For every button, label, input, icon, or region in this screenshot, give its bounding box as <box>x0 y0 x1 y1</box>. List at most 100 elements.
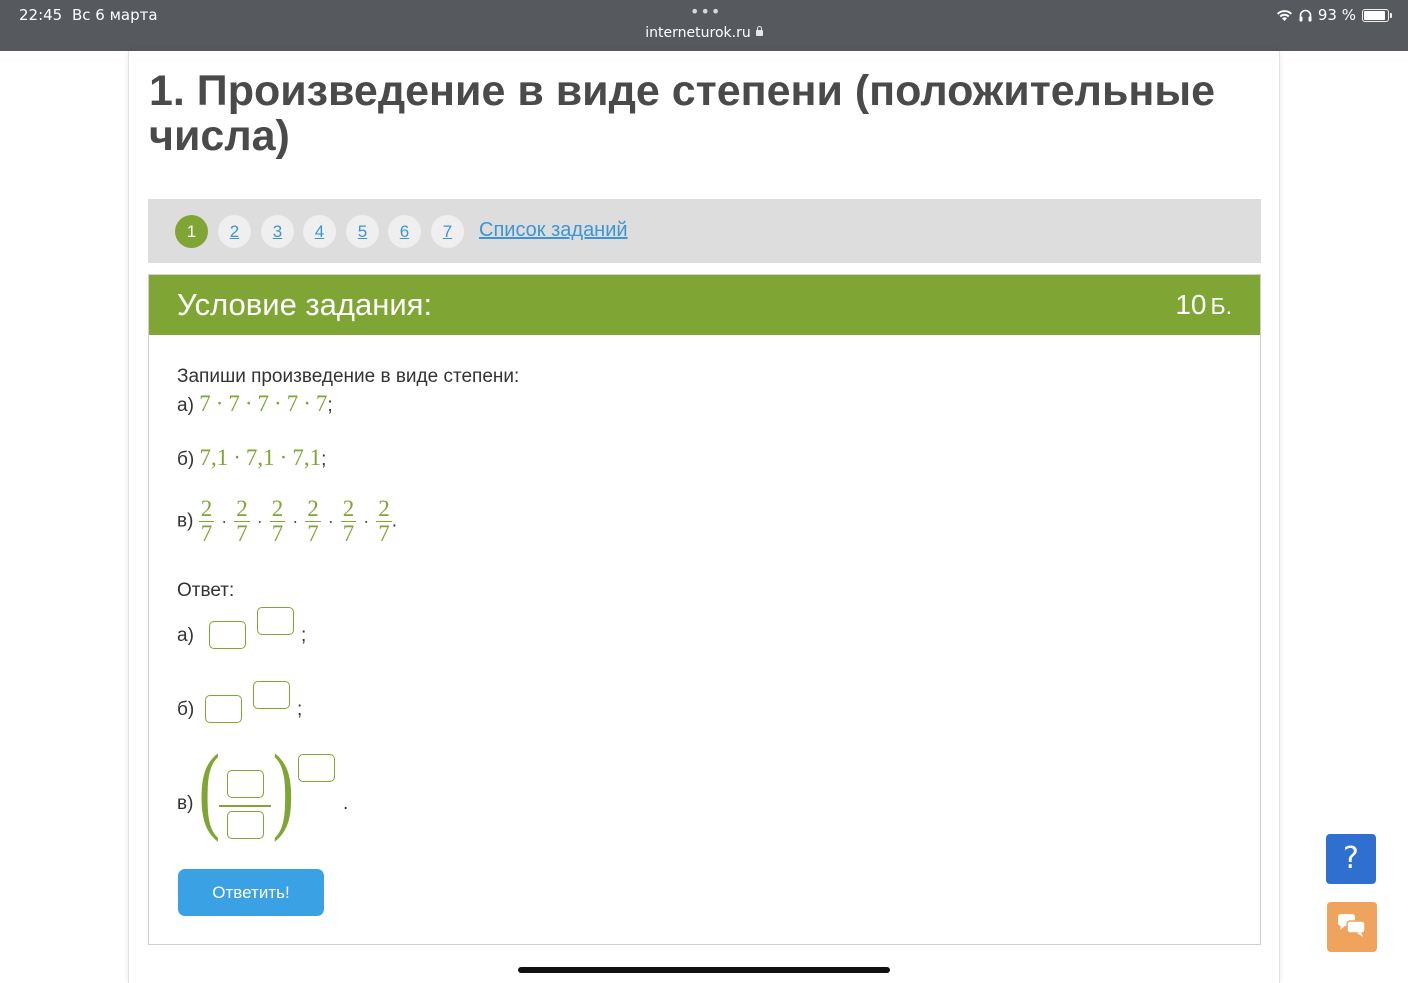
fraction: 27 <box>269 496 286 546</box>
answer-a-base-input[interactable] <box>209 621 246 649</box>
answer-a-exponent-input[interactable] <box>257 607 294 635</box>
chat-icon <box>1338 914 1366 937</box>
status-time: 22:45 <box>19 6 63 24</box>
expression-b-end: ; <box>321 449 327 470</box>
task-nav-2[interactable]: 2 <box>218 215 251 248</box>
fraction-numerator: 2 <box>305 496 321 522</box>
expression-b-math: 7,1 · 7,1 · 7,1 <box>200 445 322 470</box>
answer-b-label: б) <box>177 699 195 720</box>
battery-percent: 93 % <box>1317 6 1356 24</box>
expression-a-end: ; <box>327 395 333 416</box>
fraction-denominator: 7 <box>200 521 213 546</box>
answer-b-base-input[interactable] <box>205 695 242 723</box>
page-content: 1. Произведение в виде степени (положите… <box>128 51 1280 983</box>
task-nav-4[interactable]: 4 <box>303 215 336 248</box>
factor: 7 <box>286 391 299 416</box>
fraction-numerator: 2 <box>269 496 286 522</box>
task-header: Условие задания: 10 Б. <box>149 275 1260 335</box>
fraction: 27 <box>234 497 250 546</box>
right-parenthesis: ) <box>272 735 294 843</box>
answer-c-denominator-input[interactable] <box>227 811 264 839</box>
address-bar[interactable]: interneturok.ru <box>0 25 1408 41</box>
wifi-icon <box>1276 9 1292 21</box>
dot: · <box>215 391 224 416</box>
answer-a-end: ; <box>301 625 307 646</box>
task-box: Условие задания: 10 Б. Запиши произведени… <box>148 274 1261 945</box>
fraction-numerator: 2 <box>234 496 250 522</box>
fraction-denominator: 7 <box>271 521 284 546</box>
dot: · <box>256 511 263 531</box>
status-indicators: 93 % <box>1276 6 1392 24</box>
dot: · <box>279 445 288 470</box>
help-icon: ? <box>1343 841 1359 876</box>
dot: · <box>221 511 228 531</box>
fraction-denominator: 7 <box>236 521 248 546</box>
answer-label: Ответ: <box>177 580 235 601</box>
expression-a-label: а) <box>177 395 194 416</box>
factor: 7 <box>199 391 211 416</box>
fraction: 27 <box>198 496 215 546</box>
left-parenthesis: ( <box>198 735 220 843</box>
fraction-denominator: 7 <box>307 521 319 546</box>
task-navigation: 1 2 3 4 5 6 7 Список заданий <box>148 199 1261 263</box>
dot: · <box>233 445 241 470</box>
dot: · <box>292 511 299 531</box>
fraction-numerator: 2 <box>376 496 392 522</box>
answer-b-exponent-input[interactable] <box>253 681 290 709</box>
factor: 7 <box>315 391 328 416</box>
answer-c-exponent-input[interactable] <box>298 754 335 782</box>
expression-a: а) 7 · 7 · 7 · 7 · 7; <box>177 391 333 417</box>
task-nav-6[interactable]: 6 <box>388 215 421 248</box>
task-points: 10 Б. <box>1175 289 1232 321</box>
multitask-dots-icon[interactable]: ••• <box>690 2 721 21</box>
factor: 7 <box>257 391 270 416</box>
help-button[interactable]: ? <box>1326 834 1376 884</box>
page-title: 1. Произведение в виде степени (положите… <box>149 67 1216 160</box>
expression-c-end: . <box>391 510 397 532</box>
answer-c-label: в) <box>177 793 194 814</box>
fraction-denominator: 7 <box>378 521 390 546</box>
task-nav-5[interactable]: 5 <box>346 215 379 248</box>
answer-c-fraction-bar <box>219 805 271 807</box>
dot: · <box>274 391 282 416</box>
lock-icon <box>755 26 763 36</box>
expression-c-label: в) <box>177 510 194 532</box>
answer-c-end: . <box>343 793 349 814</box>
points-value: 10 <box>1175 289 1207 320</box>
battery-icon <box>1362 8 1392 22</box>
points-unit: Б. <box>1210 293 1232 319</box>
fraction: 27 <box>305 497 321 546</box>
expression-a-math: 7 · 7 · 7 · 7 · 7 <box>199 391 327 416</box>
task-prompt: Запиши произведение в виде степени: <box>177 366 520 387</box>
factor: 7 <box>228 391 240 416</box>
fraction-denominator: 7 <box>342 521 355 546</box>
factor: 7,1 <box>292 445 322 470</box>
expression-b: б) 7,1 · 7,1 · 7,1; <box>177 445 326 471</box>
dot: · <box>363 511 370 531</box>
fraction-numerator: 2 <box>198 496 215 522</box>
dot: · <box>303 391 311 416</box>
headphones-icon <box>1299 9 1312 21</box>
fraction: 27 <box>340 497 357 546</box>
expression-b-label: б) <box>177 449 195 470</box>
status-bar: 22:45 Вс 6 марта ••• interneturok.ru 93 … <box>0 0 1408 51</box>
dot: · <box>244 391 253 416</box>
submit-answer-button[interactable]: Ответить! <box>178 869 324 916</box>
factor: 7,1 <box>199 445 229 470</box>
chat-button[interactable] <box>1327 902 1377 952</box>
expression-c: в) 2 7 · 2 7 · 2 7 · 2 7 · 2 7 · 2 7. <box>177 497 397 546</box>
status-date: Вс 6 марта <box>72 6 158 24</box>
expression-c-math: 2 7 · 2 7 · 2 7 · 2 7 · 2 7 · 2 7 <box>198 497 392 546</box>
answer-c-numerator-input[interactable] <box>227 770 264 798</box>
dot: · <box>327 511 334 531</box>
task-nav-3[interactable]: 3 <box>261 215 294 248</box>
task-nav-7[interactable]: 7 <box>431 215 464 248</box>
task-nav-1[interactable]: 1 <box>175 215 208 248</box>
home-indicator <box>518 967 890 973</box>
factor: 7,1 <box>245 445 275 470</box>
answer-b-end: ; <box>297 699 303 720</box>
task-list-link[interactable]: Список заданий <box>479 219 628 242</box>
task-header-title: Условие задания: <box>177 287 433 322</box>
answer-a-label: а) <box>177 625 194 646</box>
fraction: 27 <box>376 497 392 546</box>
